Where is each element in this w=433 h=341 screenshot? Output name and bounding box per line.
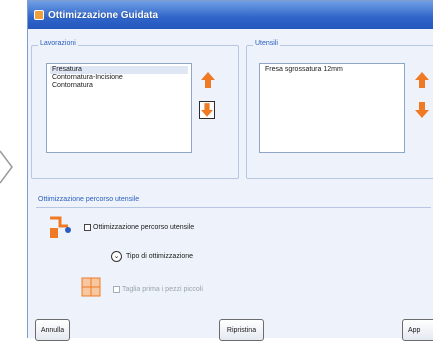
taglia-checkbox-row[interactable]: Taglia prima i pezzi piccoli [113, 286, 203, 293]
title-bar[interactable]: Ottimizzazione Guidata [28, 1, 433, 29]
move-up-button[interactable] [200, 71, 216, 89]
lavorazioni-group: Lavorazioni Fresatura Contornatura-Incis… [31, 40, 239, 179]
list-item[interactable]: Fresa sgrossatura 12mm [263, 66, 401, 74]
tool-down-button[interactable] [414, 101, 430, 119]
tipo-ottimizzazione-label: Tipo di ottimizzazione [126, 253, 194, 260]
utensili-list[interactable]: Fresa sgrossatura 12mm [259, 63, 405, 153]
tool-up-button[interactable] [414, 71, 430, 89]
wizard-window: Ottimizzazione Guidata Lavorazioni Fresa… [27, 0, 433, 341]
taglia-checkbox-label: Taglia prima i pezzi piccoli [122, 286, 203, 293]
arrow-down-icon [415, 102, 429, 118]
chevron-right-icon [0, 150, 13, 184]
tool-path-icon [50, 216, 71, 238]
lavorazioni-list[interactable]: Fresatura Contornatura-Incisione Contorn… [46, 63, 192, 153]
arrow-up-icon [201, 72, 215, 88]
section-divider [36, 207, 431, 208]
ottimizzazione-checkbox-row[interactable]: Ottimizzazione percorso utensile [84, 224, 194, 231]
ottimizzazione-checkbox[interactable] [84, 224, 91, 231]
tipo-ottimizzazione-row[interactable]: ⌄ Tipo di ottimizzazione [111, 251, 193, 262]
ottimizzazione-checkbox-label: Ottimizzazione percorso utensile [93, 224, 195, 231]
app-icon [34, 10, 44, 20]
list-item[interactable]: Contornatura [50, 82, 188, 90]
ottimizzazione-section-title: Ottimizzazione percorso utensile [38, 196, 140, 203]
utensili-group: Utensili Fresa sgrossatura 12mm [246, 40, 433, 179]
taglia-checkbox[interactable] [113, 286, 120, 293]
expand-tipo-icon[interactable]: ⌄ [111, 251, 122, 262]
list-item[interactable]: Contornatura-Incisione [50, 74, 188, 82]
arrow-down-icon [201, 103, 213, 117]
arrow-up-icon [415, 72, 429, 88]
move-down-button[interactable] [199, 101, 215, 119]
list-item[interactable]: Fresatura [50, 66, 188, 74]
lavorazioni-legend: Lavorazioni [38, 40, 78, 47]
utensili-legend: Utensili [253, 40, 280, 47]
small-pieces-icon [81, 277, 101, 297]
window-title: Ottimizzazione Guidata [48, 9, 159, 21]
